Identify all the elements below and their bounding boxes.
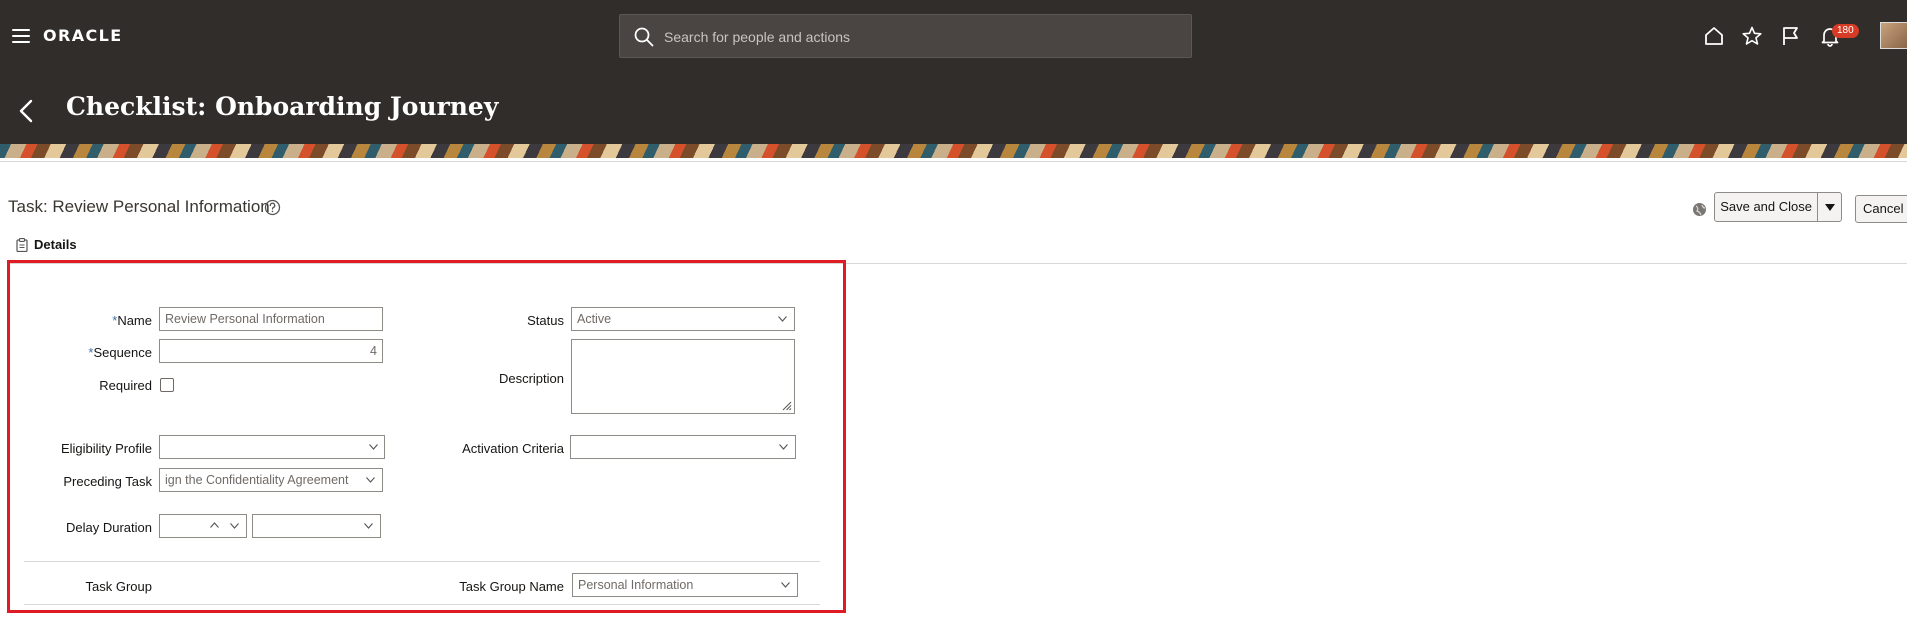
search-input[interactable]: [664, 25, 1164, 49]
task-group-name-label: Task Group Name: [459, 579, 564, 594]
chevron-down-icon: [369, 444, 378, 450]
activation-criteria-select[interactable]: [570, 435, 796, 459]
search-icon: [634, 27, 654, 47]
caret-down-icon: [1824, 203, 1835, 211]
sequence-field[interactable]: [159, 339, 383, 363]
flag-icon[interactable]: [1780, 25, 1802, 47]
sequence-input[interactable]: [165, 340, 377, 362]
divider: [24, 604, 820, 605]
task-title: Task: Review Personal Information: [8, 197, 270, 216]
global-header: ORACLE 180 Checklist: Onboarding Journey: [0, 0, 1907, 144]
status-value: Active: [577, 312, 612, 326]
chevron-down-icon: [366, 477, 375, 483]
status-select[interactable]: Active: [571, 307, 795, 331]
chevron-down-icon: [779, 444, 788, 450]
save-options-dropdown[interactable]: [1817, 193, 1841, 221]
star-icon[interactable]: [1741, 25, 1763, 47]
task-group-label: Task Group: [85, 579, 152, 594]
save-and-close-label[interactable]: Save and Close: [1715, 193, 1817, 221]
preceding-task-select[interactable]: ign the Confidentiality Agreement: [159, 468, 383, 492]
divider: [0, 161, 1907, 162]
back-arrow-icon[interactable]: [16, 98, 36, 124]
required-label: Required: [99, 378, 152, 393]
chevron-down-icon: [364, 523, 373, 529]
decorative-banner: [0, 144, 1907, 158]
name-label: *Name: [112, 313, 152, 328]
eligibility-profile-label: Eligibility Profile: [60, 441, 152, 456]
chevron-down-icon: [778, 316, 787, 322]
preceding-task-value: ign the Confidentiality Agreement: [165, 473, 349, 487]
help-icon[interactable]: [264, 199, 281, 216]
chevron-up-icon[interactable]: [210, 522, 219, 528]
global-search[interactable]: [619, 14, 1192, 58]
tab-details-label: Details: [34, 237, 77, 252]
divider: [24, 561, 820, 562]
status-label: Status: [527, 313, 564, 328]
delay-duration-stepper[interactable]: [159, 514, 247, 538]
eligibility-profile-select[interactable]: [159, 435, 385, 459]
menu-icon[interactable]: [12, 29, 30, 43]
oracle-logo[interactable]: ORACLE: [43, 26, 123, 45]
home-icon[interactable]: [1703, 25, 1725, 47]
divider: [8, 263, 1907, 264]
name-input[interactable]: [165, 308, 382, 330]
task-group-name-value: Personal Information: [578, 578, 694, 592]
page-title: Checklist: Onboarding Journey: [66, 92, 499, 121]
notification-badge: 180: [1832, 24, 1859, 38]
sequence-label: *Sequence: [88, 345, 152, 360]
tab-details[interactable]: Details: [16, 237, 77, 252]
cancel-button[interactable]: Cancel: [1855, 195, 1907, 223]
delay-duration-label: Delay Duration: [66, 520, 152, 535]
description-textarea[interactable]: [571, 339, 795, 414]
description-label: Description: [498, 371, 564, 386]
chevron-down-icon: [781, 582, 790, 588]
activation-criteria-label: Activation Criteria: [462, 441, 564, 456]
name-field[interactable]: [159, 307, 383, 331]
globe-icon[interactable]: [1692, 202, 1707, 217]
avatar[interactable]: [1880, 22, 1907, 49]
delay-unit-select[interactable]: [252, 514, 381, 538]
save-and-close-button[interactable]: Save and Close: [1714, 192, 1842, 222]
task-group-name-select[interactable]: Personal Information: [572, 573, 798, 597]
resize-grip-icon[interactable]: [782, 401, 792, 411]
preceding-task-label: Preceding Task: [63, 474, 152, 489]
chevron-down-icon[interactable]: [230, 523, 239, 529]
required-checkbox[interactable]: [160, 378, 174, 392]
clipboard-icon: [16, 237, 28, 252]
